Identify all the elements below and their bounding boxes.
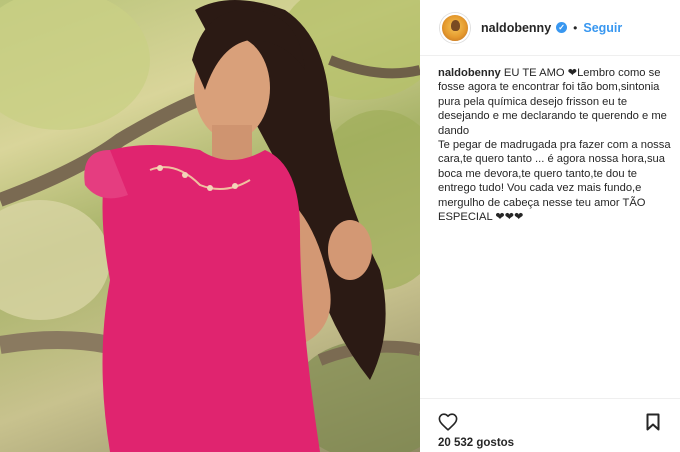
post-actions: 20 532 gostos <box>420 398 680 452</box>
heart-icon[interactable] <box>438 413 458 436</box>
verified-badge-icon: ✓ <box>556 22 568 33</box>
caption-username-link[interactable]: naldobenny <box>438 67 501 79</box>
post-header: naldobenny ✓ • Seguir <box>420 0 680 56</box>
post-caption: naldobenny EU TE AMO ❤Lembro como se fos… <box>438 66 674 224</box>
likes-count[interactable]: 20 532 gostos <box>438 437 514 449</box>
bookmark-icon[interactable] <box>646 413 660 436</box>
post-photo[interactable] <box>0 0 420 452</box>
avatar[interactable] <box>440 12 470 43</box>
separator-dot: • <box>573 20 578 35</box>
follow-button[interactable]: Seguir <box>583 21 622 35</box>
post-side-panel: naldobenny ✓ • Seguir naldobenny EU TE A… <box>420 0 680 452</box>
caption-text: EU TE AMO ❤Lembro como se fosse agora te… <box>438 67 671 224</box>
username-link[interactable]: naldobenny <box>481 21 551 35</box>
photo-illustration <box>0 0 420 452</box>
